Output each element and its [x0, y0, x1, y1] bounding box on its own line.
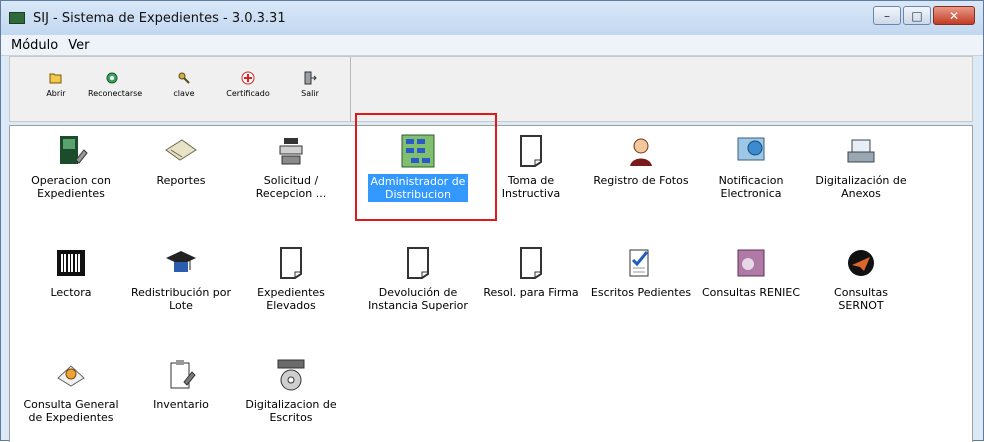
toolbar-button-reconectarse[interactable]: Reconectarse	[88, 71, 143, 98]
launcher-label: Consultas SERNOT	[834, 286, 888, 312]
launcher-lectora[interactable]: Lectora	[16, 246, 126, 299]
general-query-icon	[57, 365, 85, 387]
launcher-reportes[interactable]: Reportes	[126, 134, 236, 187]
menu-bar: Módulo Ver	[1, 35, 983, 56]
sernot-icon	[848, 250, 874, 276]
minimize-icon: –	[884, 8, 890, 23]
app-icon	[9, 12, 25, 24]
request-reception-icon	[279, 138, 303, 165]
launcher-label: Registro de Fotos	[593, 174, 689, 187]
toolbar-label: clave	[173, 89, 195, 98]
barcode-icon	[57, 250, 85, 276]
launcher-label: Digitalizacion de Escritos	[245, 398, 337, 424]
launcher-operacion-con-expedientes[interactable]: Operacion con Expedientes	[16, 134, 126, 200]
toolbar: Abrir Reconectarse clave Certificado Sal…	[9, 56, 973, 122]
document-icon	[520, 135, 542, 167]
launcher-inventario[interactable]: Inventario	[126, 358, 236, 411]
window-title: SIJ - Sistema de Expedientes - 3.0.3.31	[33, 10, 286, 26]
toolbar-button-certificado[interactable]: Certificado	[224, 71, 272, 98]
title-bar[interactable]: SIJ - Sistema de Expedientes - 3.0.3.31 …	[1, 1, 983, 35]
close-button[interactable]: ✕	[933, 6, 975, 25]
launcher-label: Reportes	[156, 174, 206, 187]
maximize-icon: □	[911, 8, 923, 23]
launcher-digitalizacion-de-anexos[interactable]: Digitalización de Anexos	[806, 134, 916, 200]
reniec-icon	[737, 249, 765, 277]
toolbar-button-salir[interactable]: Salir	[286, 71, 334, 98]
app-window: SIJ - Sistema de Expedientes - 3.0.3.31 …	[0, 0, 984, 442]
launcher-label: Escritos Pedientes	[590, 286, 692, 299]
launcher-escritos-pedientes[interactable]: Escritos Pedientes	[586, 246, 696, 299]
launcher-expedientes-elevados[interactable]: Expedientes Elevados	[236, 246, 346, 312]
folder-open-icon	[49, 73, 62, 84]
launcher-digitalizacion-de-escritos[interactable]: Digitalizacion de Escritos	[236, 358, 346, 424]
launcher-label: Inventario	[153, 398, 209, 411]
graduation-cap-icon	[166, 251, 196, 272]
minimize-button[interactable]: –	[873, 6, 901, 25]
launcher-label: Devolución de Instancia Superior	[368, 286, 468, 312]
inventory-icon	[170, 360, 196, 389]
document-icon	[520, 247, 542, 279]
launcher-consultas-sernot[interactable]: Consultas SERNOT	[806, 246, 916, 312]
launcher-administrador-de-distribucion[interactable]: Administrador de Distribucion	[356, 134, 480, 202]
launcher-resol-para-firma[interactable]: Resol. para Firma	[476, 246, 586, 299]
document-icon	[407, 247, 429, 279]
certificate-icon	[241, 71, 255, 85]
launcher-registro-de-fotos[interactable]: Registro de Fotos	[586, 134, 696, 187]
document-icon	[280, 247, 302, 279]
disc-scan-icon	[277, 359, 305, 391]
module-launcher-area: Operacion con Expedientes Reportes Solic…	[9, 125, 973, 442]
toolbar-button-clave[interactable]: clave	[160, 71, 208, 98]
launcher-label: Lectora	[50, 286, 92, 299]
launcher-label: Expedientes Elevados	[257, 286, 325, 312]
key-icon	[178, 72, 190, 84]
launcher-label: Notificacion Electronica	[718, 174, 784, 200]
close-icon: ✕	[948, 8, 960, 23]
launcher-consulta-general-de-expedientes[interactable]: Consulta General de Expedientes	[16, 358, 126, 424]
maximize-button[interactable]: □	[903, 6, 931, 25]
toolbar-label: Reconectarse	[88, 89, 143, 98]
exit-icon	[304, 71, 317, 85]
toolbar-label: Certificado	[226, 89, 270, 98]
launcher-devolucion-de-instancia-superior[interactable]: Devolución de Instancia Superior	[356, 246, 480, 312]
launcher-consultas-reniec[interactable]: Consultas RENIEC	[696, 246, 806, 299]
launcher-label: Consultas RENIEC	[701, 286, 801, 299]
launcher-toma-de-instructiva[interactable]: Toma de Instructiva	[476, 134, 586, 200]
launcher-label: Operacion con Expedientes	[31, 174, 111, 200]
menu-modulo[interactable]: Módulo	[11, 38, 58, 53]
toolbar-button-abrir[interactable]: Abrir	[32, 71, 80, 98]
toolbar-label: Salir	[301, 89, 319, 98]
launcher-label: Digitalización de Anexos	[815, 174, 907, 200]
launcher-label: Toma de Instructiva	[501, 174, 561, 200]
launcher-label: Administrador de Distribucion	[367, 174, 469, 202]
toolbar-label: Abrir	[46, 89, 66, 98]
toolbar-group: Abrir Reconectarse clave Certificado Sal…	[10, 57, 351, 121]
launcher-label: Consulta General de Expedientes	[23, 398, 119, 424]
launcher-label: Solicitud / Recepcion ...	[255, 174, 327, 200]
reports-icon	[165, 139, 197, 161]
scanner-icon	[847, 139, 875, 163]
launcher-solicitud-recepcion[interactable]: Solicitud / Recepcion ...	[236, 134, 346, 200]
person-photo-icon	[630, 138, 652, 166]
distribution-admin-icon	[401, 134, 435, 168]
launcher-label: Resol. para Firma	[483, 286, 579, 299]
window-controls: – □ ✕	[873, 6, 975, 25]
checklist-icon	[629, 249, 649, 277]
electronic-notification-icon	[737, 137, 765, 161]
launcher-notificacion-electronica[interactable]: Notificacion Electronica	[696, 134, 806, 200]
menu-ver[interactable]: Ver	[68, 38, 89, 53]
reconnect-icon	[106, 72, 118, 84]
launcher-redistribucion-por-lote[interactable]: Redistribución por Lote	[126, 246, 236, 312]
launcher-label: Redistribución por Lote	[130, 286, 232, 312]
edit-document-icon	[60, 136, 88, 164]
